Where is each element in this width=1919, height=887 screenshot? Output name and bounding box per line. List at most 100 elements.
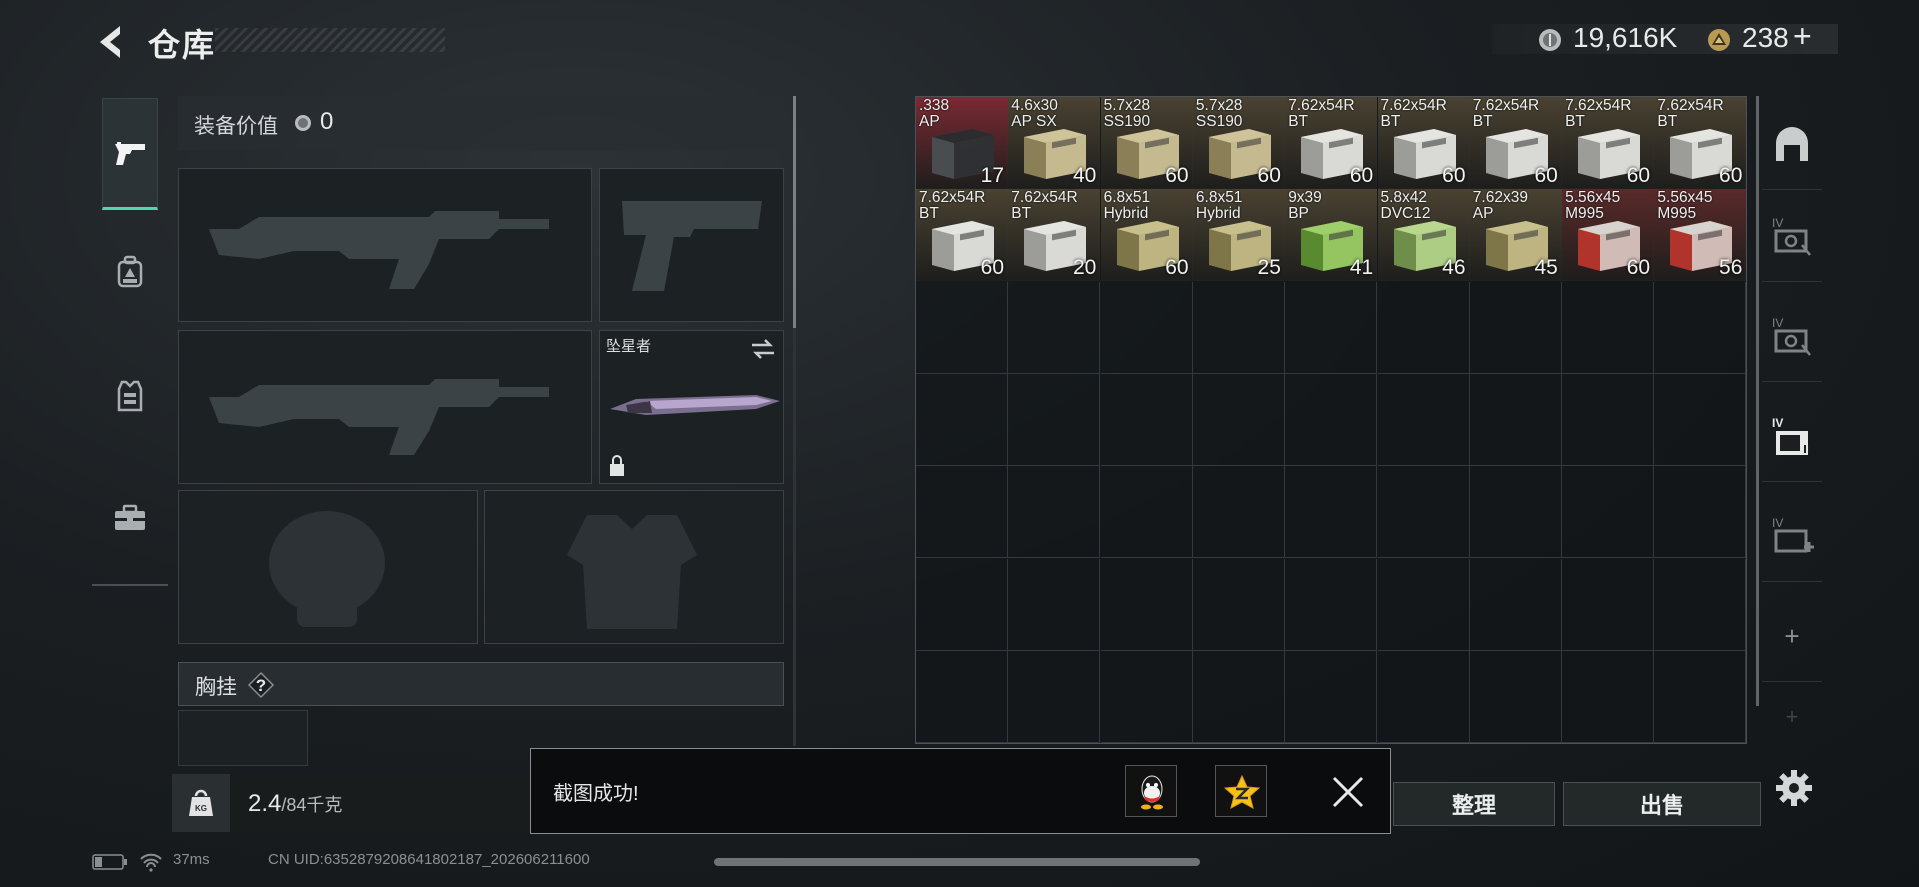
ammo-item[interactable]: 7.62x54R BT 60: [916, 189, 1008, 282]
sidebar-add[interactable]: +: [1762, 592, 1822, 682]
sidebar-storage[interactable]: [1762, 100, 1822, 190]
ammo-item[interactable]: 5.56x45 M995 60: [1562, 189, 1655, 282]
share-qzone-button[interactable]: [1215, 765, 1267, 817]
nav-backpack[interactable]: [102, 216, 158, 328]
grid-cell[interactable]: [1008, 281, 1101, 374]
sort-button[interactable]: 整理: [1393, 782, 1555, 826]
plus-icon: +: [1785, 704, 1799, 729]
grid-cell[interactable]: [1562, 373, 1655, 466]
grid-cell[interactable]: [916, 650, 1008, 743]
ammo-item[interactable]: 7.62x54R BT 60: [1377, 97, 1470, 189]
ammo-item[interactable]: 5.56x45 M995 56: [1654, 189, 1747, 282]
wifi-icon: [140, 853, 162, 872]
grid-cell[interactable]: [916, 558, 1008, 651]
nav-toolbox[interactable]: [102, 462, 158, 574]
grid-cell[interactable]: [1377, 650, 1470, 743]
ammo-item[interactable]: 7.62x54R BT 60: [1469, 97, 1562, 189]
grid-cell[interactable]: [1285, 281, 1378, 374]
grid-cell[interactable]: [1008, 466, 1101, 559]
share-qq-button[interactable]: [1125, 765, 1177, 817]
grid-cell[interactable]: [1377, 373, 1470, 466]
ammo-name: 5.7x28 SS190: [1103, 97, 1151, 130]
ammo-item[interactable]: 6.8x51 Hybrid 25: [1192, 189, 1285, 282]
inventory-scrollbar[interactable]: [1756, 96, 1759, 706]
grid-cell[interactable]: [1008, 558, 1101, 651]
close-icon[interactable]: [1331, 775, 1365, 809]
grid-cell[interactable]: [1562, 466, 1655, 559]
weight-icon: KG: [189, 789, 213, 816]
ammo-item[interactable]: 7.62x54R BT 60: [1562, 97, 1655, 189]
grid-cell[interactable]: [1654, 373, 1747, 466]
armor-slot[interactable]: [484, 490, 784, 644]
grid-cell[interactable]: [1469, 281, 1562, 374]
grid-cell[interactable]: [1100, 281, 1193, 374]
ammo-item[interactable]: 7.62x54R BT 60: [1654, 97, 1747, 189]
grid-cell[interactable]: [1285, 650, 1378, 743]
grid-cell[interactable]: [1469, 558, 1562, 651]
grid-cell[interactable]: [1192, 466, 1285, 559]
add-currency-button[interactable]: +: [1793, 18, 1812, 55]
grid-cell[interactable]: [1654, 281, 1747, 374]
ammo-item[interactable]: .338 AP 17: [916, 97, 1008, 189]
help-icon[interactable]: ?: [247, 671, 275, 699]
sidearm-slot[interactable]: [599, 168, 784, 322]
grid-cell[interactable]: [1192, 650, 1285, 743]
nav-vest[interactable]: [102, 340, 158, 452]
nav-weapons[interactable]: [102, 98, 158, 210]
grid-cell[interactable]: [1192, 373, 1285, 466]
grid-cell[interactable]: [1562, 558, 1655, 651]
ammo-item[interactable]: 9x39 BP 41: [1285, 189, 1378, 282]
help-glyph: ?: [256, 676, 266, 695]
grid-cell[interactable]: [1100, 650, 1193, 743]
grid-cell[interactable]: [1377, 281, 1470, 374]
grid-cell[interactable]: [1469, 466, 1562, 559]
gear-icon[interactable]: [1774, 768, 1814, 808]
secondary-weapon-slot[interactable]: [178, 330, 592, 484]
ammo-item[interactable]: 6.8x51 Hybrid 60: [1100, 189, 1193, 282]
grid-cell[interactable]: [1654, 466, 1747, 559]
grid-cell[interactable]: [1562, 650, 1655, 743]
grid-cell[interactable]: [1377, 558, 1470, 651]
chest-rig-slot[interactable]: [178, 710, 308, 766]
grid-cell[interactable]: [1285, 466, 1378, 559]
ammo-name: 7.62x54R BT: [1657, 97, 1724, 130]
grid-cell[interactable]: [1654, 650, 1747, 743]
grid-cell[interactable]: [1285, 373, 1378, 466]
grid-cell[interactable]: [916, 281, 1008, 374]
ammo-name: 6.8x51 Hybrid: [1195, 189, 1243, 223]
grid-cell[interactable]: [1008, 650, 1101, 743]
grid-cell[interactable]: [1192, 281, 1285, 374]
ammo-item[interactable]: 4.6x30 AP SX 40: [1008, 97, 1101, 189]
ammo-item[interactable]: 5.7x28 SS190 60: [1100, 97, 1193, 189]
equipment-scrollbar[interactable]: [793, 96, 796, 328]
sidebar-case-1[interactable]: IV: [1762, 192, 1822, 282]
ammo-item[interactable]: 5.8x42 DVC12 46: [1377, 189, 1470, 282]
swap-icon[interactable]: [750, 337, 776, 361]
sidebar-medkit[interactable]: IV: [1762, 492, 1822, 582]
ammo-item[interactable]: 7.62x39 AP 45: [1469, 189, 1562, 282]
grid-cell[interactable]: [916, 373, 1008, 466]
grid-cell[interactable]: [1377, 466, 1470, 559]
grid-cell[interactable]: [1192, 558, 1285, 651]
grid-cell[interactable]: [1654, 558, 1747, 651]
sidebar-folder[interactable]: IV: [1762, 392, 1822, 482]
grid-cell[interactable]: [1100, 466, 1193, 559]
grid-cell[interactable]: [916, 466, 1008, 559]
ammo-item[interactable]: 7.62x54R BT 60: [1285, 97, 1378, 189]
grid-cell[interactable]: [1285, 558, 1378, 651]
sell-button[interactable]: 出售: [1563, 782, 1761, 826]
helmet-slot[interactable]: [178, 490, 478, 644]
primary-weapon-slot[interactable]: [178, 168, 592, 322]
grid-cell[interactable]: [1100, 373, 1193, 466]
grid-cell[interactable]: [1469, 373, 1562, 466]
grid-cell[interactable]: [1469, 650, 1562, 743]
grid-cell[interactable]: [1562, 281, 1655, 374]
ammo-item[interactable]: 7.62x54R BT 20: [1008, 189, 1101, 282]
sidebar-case-2[interactable]: IV: [1762, 292, 1822, 382]
grid-cell[interactable]: [1008, 373, 1101, 466]
melee-slot[interactable]: 坠星者: [599, 330, 784, 484]
ammo-item[interactable]: 5.7x28 SS190 60: [1192, 97, 1285, 189]
grid-cell[interactable]: [1100, 558, 1193, 651]
ammo-quantity: 17: [980, 164, 1004, 187]
back-arrow-icon[interactable]: [92, 22, 128, 62]
